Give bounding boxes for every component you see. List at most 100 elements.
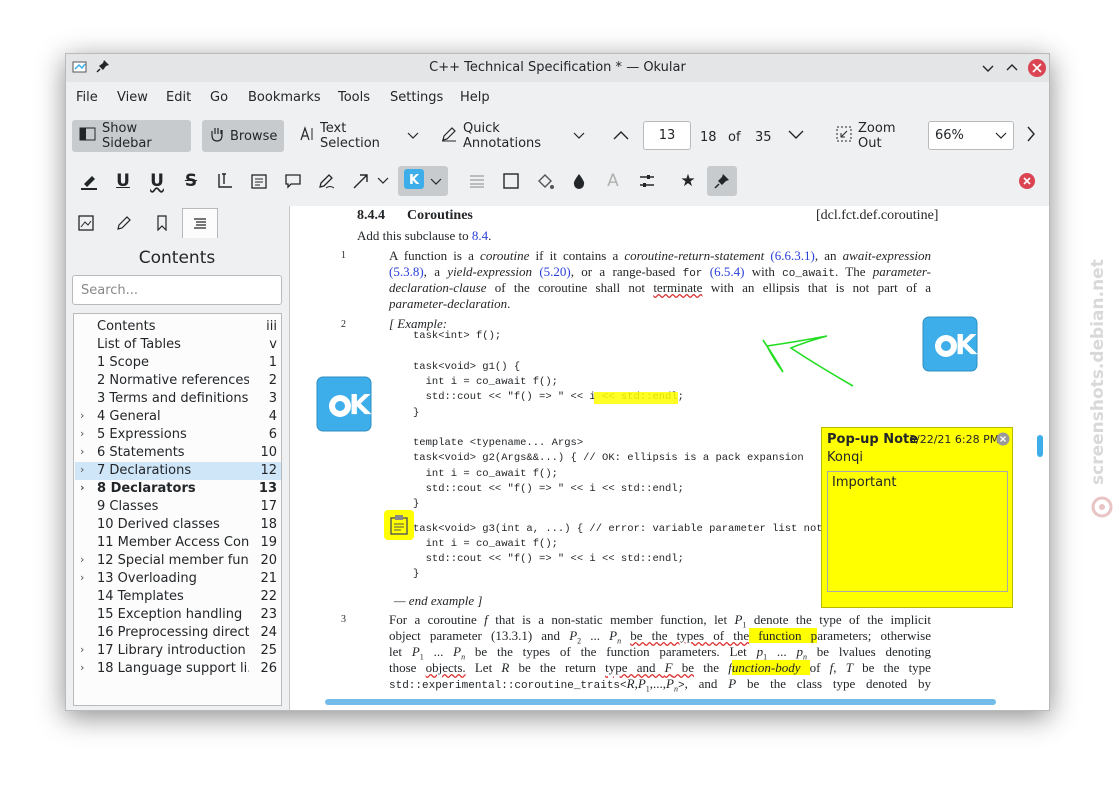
rectangle-icon[interactable] — [496, 166, 526, 196]
page-of-text: of — [728, 130, 741, 145]
freehand-line-icon[interactable] — [312, 166, 342, 196]
menu-help[interactable]: Help — [460, 90, 490, 105]
maximize-button[interactable] — [1003, 59, 1021, 77]
link-8-4[interactable]: 8.4 — [472, 228, 488, 243]
pin-annotation-icon[interactable] — [707, 166, 737, 196]
browse-label: Browse — [230, 128, 278, 144]
underline-icon[interactable]: U — [108, 166, 138, 196]
expand-chevron-icon[interactable]: › — [80, 553, 84, 566]
minimize-button[interactable] — [979, 59, 997, 77]
toc-item[interactable]: 16 Preprocessing direct... 24 — [75, 624, 281, 642]
toc-item-label: 1 Scope — [97, 355, 150, 370]
toc-item[interactable]: › 8 Declarators 13 — [75, 480, 281, 498]
toc-item[interactable]: 10 Derived classes 18 — [75, 516, 281, 534]
toc-item[interactable]: List of Tables v — [75, 336, 281, 354]
stamp-tool-button[interactable]: K — [398, 166, 448, 196]
expand-chevron-icon[interactable]: › — [80, 571, 84, 584]
toc-item[interactable]: › 5 Expressions 6 — [75, 426, 281, 444]
toc-item[interactable]: › 7 Declarations 12 — [75, 462, 281, 480]
bookmarks-tab-icon[interactable] — [144, 208, 180, 238]
toc-item[interactable]: › 12 Special member fun... 20 — [75, 552, 281, 570]
expand-chevron-icon[interactable]: › — [80, 481, 85, 494]
freehand-ink-annotation[interactable] — [755, 328, 855, 390]
toc-item[interactable]: › 4 General 4 — [75, 408, 281, 426]
expand-chevron-icon[interactable]: › — [80, 643, 84, 656]
next-page-button[interactable] — [781, 120, 813, 152]
expand-chevron-icon[interactable]: › — [80, 445, 84, 458]
popup-note-icon[interactable] — [278, 166, 308, 196]
toc-item[interactable]: 9 Classes 17 — [75, 498, 281, 516]
show-sidebar-button[interactable]: Show Sidebar — [72, 120, 191, 152]
typewriter-icon[interactable] — [210, 166, 240, 196]
annotations-tab-icon[interactable] — [106, 208, 142, 238]
highlighter-icon[interactable] — [74, 166, 104, 196]
horizontal-scrollbar[interactable] — [325, 699, 996, 705]
text-highlight[interactable] — [594, 392, 678, 404]
toc-item[interactable]: 14 Templates 22 — [75, 588, 281, 606]
kde-stamp-left[interactable]: K — [316, 376, 372, 436]
expand-chevron-icon[interactable]: › — [80, 463, 84, 476]
toc-item-label: 6 Statements — [97, 445, 185, 460]
popup-note-text[interactable]: Important — [827, 471, 1008, 592]
toc-item[interactable]: 11 Member Access Con... 19 — [75, 534, 281, 552]
end-example: — end example ] — [394, 593, 483, 608]
popup-note-title: Pop-up Note — [827, 432, 919, 447]
squiggly-icon[interactable]: U — [142, 166, 172, 196]
text-selection-button[interactable]: Text Selection — [292, 120, 426, 152]
expand-chevron-icon[interactable]: › — [80, 661, 84, 674]
quick-annotations-button[interactable]: Quick Annotations — [434, 120, 592, 152]
toc-item[interactable]: › 17 Library introduction 25 — [75, 642, 281, 660]
browse-button[interactable]: Browse — [202, 120, 284, 152]
toc-item-label: 2 Normative references — [97, 373, 249, 388]
menu-tools[interactable]: Tools — [338, 90, 370, 105]
expand-chevron-icon[interactable]: › — [80, 427, 84, 440]
menu-edit[interactable]: Edit — [166, 90, 191, 105]
kde-stamp-right[interactable]: K — [922, 316, 978, 376]
toc-item[interactable]: 1 Scope 1 — [75, 354, 281, 372]
popup-note[interactable]: Pop-up Note 3/22/21 6:28 PM Konqi Import… — [821, 427, 1013, 608]
menu-settings[interactable]: Settings — [390, 90, 443, 105]
toc-item[interactable]: 15 Exception handling 23 — [75, 606, 281, 624]
toolbar-overflow-button[interactable] — [1022, 120, 1044, 152]
toc-item[interactable]: › 13 Overloading 21 — [75, 570, 281, 588]
close-window-button[interactable] — [1028, 59, 1046, 77]
menu-view[interactable]: View — [117, 90, 148, 105]
toc-item[interactable]: › 18 Language support li... 26 — [75, 660, 281, 678]
toc-item[interactable]: › 6 Statements 10 — [75, 444, 281, 462]
strikeout-icon[interactable]: S — [176, 166, 206, 196]
toc-item[interactable]: Contents iii — [75, 318, 281, 336]
popup-note-marker-icon[interactable] — [384, 510, 414, 540]
zoom-select[interactable]: 66% — [928, 121, 1014, 150]
page-number-input[interactable]: 13 — [643, 121, 691, 150]
contents-tab-icon[interactable] — [182, 208, 218, 238]
chevron-down-icon — [788, 129, 804, 144]
toc-search-input[interactable]: Search... — [72, 275, 282, 305]
toc-item[interactable]: 3 Terms and definitions 3 — [75, 390, 281, 408]
font-icon[interactable]: A — [598, 166, 628, 196]
kde-stamp-icon: K — [404, 168, 424, 194]
menu-file[interactable]: File — [76, 90, 98, 105]
fill-color-icon[interactable] — [530, 166, 560, 196]
close-annotation-toolbar-button[interactable] — [1012, 166, 1042, 196]
inline-note-icon[interactable] — [244, 166, 274, 196]
chevron-down-icon[interactable] — [374, 166, 392, 196]
toc-item-page: 26 — [260, 661, 277, 676]
toc-item-page: 2 — [268, 373, 277, 388]
title-bar: C++ Technical Specification * — Okular — [66, 54, 1049, 82]
star-icon[interactable]: ★ — [673, 166, 703, 196]
svg-text:K: K — [409, 173, 420, 188]
close-note-icon[interactable] — [996, 432, 1010, 450]
settings-sliders-icon[interactable] — [632, 166, 662, 196]
toc-item[interactable]: 2 Normative references 2 — [75, 372, 281, 390]
menu-go[interactable]: Go — [210, 90, 228, 105]
previous-page-button[interactable] — [606, 120, 638, 152]
thumbnails-tab-icon[interactable] — [68, 208, 104, 238]
zoom-out-button[interactable]: Zoom Out — [829, 120, 923, 152]
line-width-icon[interactable] — [462, 166, 492, 196]
arrow-icon[interactable] — [346, 166, 376, 196]
expand-chevron-icon[interactable]: › — [80, 409, 84, 422]
color-drop-icon[interactable] — [564, 166, 594, 196]
menu-bookmarks[interactable]: Bookmarks — [248, 90, 321, 105]
vertical-scrollbar[interactable] — [1037, 435, 1043, 457]
add-subclause-text: Add this subclause to 8.4. — [357, 228, 492, 243]
